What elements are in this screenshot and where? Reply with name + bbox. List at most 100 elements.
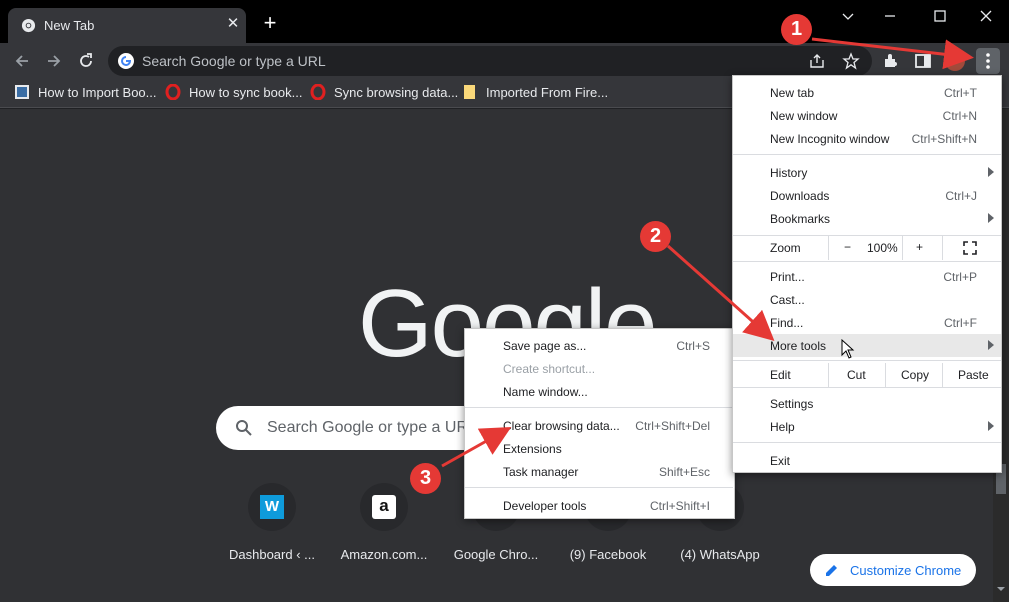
menu-item-task-manager[interactable]: Task manager Shift+Esc xyxy=(465,460,734,483)
menu-item-label: Find... xyxy=(770,316,804,330)
menu-item-extensions[interactable]: Extensions xyxy=(465,437,734,460)
chrome-main-menu: New tab Ctrl+T New window Ctrl+N New Inc… xyxy=(732,75,1002,473)
bookmark-item[interactable]: How to sync book... xyxy=(165,84,302,102)
toolbar: Search Google or type a URL B xyxy=(0,43,1009,78)
chrome-icon xyxy=(21,18,36,33)
zoom-plus-label: + xyxy=(916,240,924,254)
shortcut-tile[interactable]: W Dashboard ‹ ... xyxy=(216,483,328,573)
submenu-arrow-icon xyxy=(988,340,994,350)
menu-item-save-page[interactable]: Save page as... Ctrl+S xyxy=(465,334,734,357)
scroll-down-icon[interactable] xyxy=(997,585,1005,593)
ntp-search-placeholder: Search Google or type a URL xyxy=(267,419,477,436)
menu-item-find[interactable]: Find... Ctrl+F xyxy=(733,311,1001,334)
tab-title: New Tab xyxy=(44,18,95,33)
submenu-arrow-icon xyxy=(988,421,994,431)
zoom-row: Zoom − 100% + xyxy=(733,236,1001,260)
menu-item-label: Help xyxy=(770,420,795,434)
menu-item-label: Clear browsing data... xyxy=(503,419,620,433)
menu-item-clear-browsing-data[interactable]: Clear browsing data... Ctrl+Shift+Del xyxy=(465,414,734,437)
menu-item-label: Name window... xyxy=(503,385,588,399)
shortcut-label: (4) WhatsApp xyxy=(680,547,760,562)
menu-item-history[interactable]: History xyxy=(733,161,1001,184)
copy-button[interactable]: Copy xyxy=(885,363,942,387)
bookmark-item[interactable]: Sync browsing data... xyxy=(310,84,458,102)
menu-item-new-window[interactable]: New window Ctrl+N xyxy=(733,104,1001,127)
menu-item-shortcut: Shift+Esc xyxy=(658,465,710,479)
profile-avatar[interactable]: B xyxy=(945,51,965,71)
shortcut-label: Google Chro... xyxy=(453,547,539,562)
edit-row: Edit Cut Copy Paste xyxy=(733,363,1001,387)
bookmark-folder[interactable]: Imported From Fire... xyxy=(462,84,608,102)
bookmark-star-icon[interactable] xyxy=(842,52,860,70)
menu-item-shortcut: Ctrl+F xyxy=(944,316,977,330)
menu-item-create-shortcut[interactable]: Create shortcut... xyxy=(465,357,734,380)
zoom-in-button[interactable]: + xyxy=(902,236,936,260)
menu-item-new-incognito[interactable]: New Incognito window Ctrl+Shift+N xyxy=(733,127,1001,150)
zoom-minus-label: − xyxy=(844,240,852,254)
menu-item-shortcut: Ctrl+Shift+Del xyxy=(635,419,710,433)
menu-item-bookmarks[interactable]: Bookmarks xyxy=(733,207,1001,230)
menu-item-help[interactable]: Help xyxy=(733,415,1001,438)
menu-item-label: Task manager xyxy=(503,465,579,479)
shortcut-icon: W xyxy=(248,483,296,531)
menu-item-cast[interactable]: Cast... xyxy=(733,288,1001,311)
menu-item-developer-tools[interactable]: Developer tools Ctrl+Shift+I xyxy=(465,494,734,517)
search-icon xyxy=(236,420,252,436)
menu-item-shortcut: Ctrl+Shift+N xyxy=(911,132,977,146)
menu-item-settings[interactable]: Settings xyxy=(733,392,1001,415)
menu-item-label: Cast... xyxy=(770,293,805,307)
opera-icon xyxy=(165,84,181,100)
fullscreen-button[interactable] xyxy=(942,236,1001,260)
menu-item-more-tools[interactable]: More tools xyxy=(733,334,1001,357)
menu-item-label: Bookmarks xyxy=(770,212,831,226)
zoom-label: Zoom xyxy=(770,241,801,255)
opera-icon xyxy=(310,84,326,100)
menu-item-label: Print... xyxy=(770,270,805,284)
paste-button[interactable]: Paste xyxy=(942,363,1001,387)
bookmark-label: Imported From Fire... xyxy=(486,85,609,100)
menu-item-shortcut: Ctrl+J xyxy=(945,189,977,203)
menu-separator xyxy=(465,407,733,408)
back-icon[interactable] xyxy=(12,51,32,71)
bookmark-label: How to sync book... xyxy=(189,85,303,100)
maximize-icon[interactable] xyxy=(930,6,950,26)
customize-label: Customize Chrome xyxy=(850,563,962,578)
edit-label: Edit xyxy=(770,368,791,382)
reload-icon[interactable] xyxy=(76,51,96,71)
bookmark-item[interactable]: How to Import Boo... xyxy=(14,84,157,102)
close-icon[interactable] xyxy=(976,6,996,26)
extensions-icon[interactable] xyxy=(881,51,901,71)
chrome-menu-button[interactable] xyxy=(976,48,1000,74)
cut-button[interactable]: Cut xyxy=(828,363,885,387)
tab-new-tab[interactable]: New Tab ✕ xyxy=(8,8,246,43)
customize-chrome-button[interactable]: Customize Chrome xyxy=(810,554,976,586)
shortcut-tile[interactable]: a Amazon.com... xyxy=(328,483,440,573)
zoom-value: 100% xyxy=(867,241,898,255)
title-bar: New Tab ✕ + xyxy=(0,0,1009,43)
cut-label: Cut xyxy=(847,368,866,382)
tab-close-icon[interactable]: ✕ xyxy=(224,15,242,33)
menu-item-shortcut: Ctrl+S xyxy=(676,339,710,353)
menu-item-label: Developer tools xyxy=(503,499,587,513)
menu-item-shortcut: Ctrl+P xyxy=(943,270,977,284)
menu-item-downloads[interactable]: Downloads Ctrl+J xyxy=(733,184,1001,207)
menu-item-shortcut: Ctrl+T xyxy=(944,86,977,100)
share-icon[interactable] xyxy=(808,52,826,70)
menu-item-label: Settings xyxy=(770,397,814,411)
google-g-icon xyxy=(118,53,134,69)
menu-item-label: Extensions xyxy=(503,442,562,456)
menu-item-exit[interactable]: Exit xyxy=(733,449,1001,472)
menu-item-print[interactable]: Print... Ctrl+P xyxy=(733,265,1001,288)
omnibox-placeholder: Search Google or type a URL xyxy=(142,53,326,69)
minimize-icon[interactable] xyxy=(838,6,858,26)
omnibox[interactable]: Search Google or type a URL xyxy=(108,46,872,76)
minimize-window-icon[interactable] xyxy=(880,6,900,26)
mouse-cursor-icon xyxy=(841,339,855,359)
menu-item-shortcut: Ctrl+Shift+I xyxy=(649,499,710,513)
menu-item-name-window[interactable]: Name window... xyxy=(465,380,734,403)
forward-icon[interactable] xyxy=(44,51,64,71)
new-tab-button[interactable]: + xyxy=(260,12,280,34)
menu-item-new-tab[interactable]: New tab Ctrl+T xyxy=(733,81,1001,104)
side-panel-icon[interactable] xyxy=(913,51,933,71)
bookmark-label: How to Import Boo... xyxy=(38,85,157,100)
